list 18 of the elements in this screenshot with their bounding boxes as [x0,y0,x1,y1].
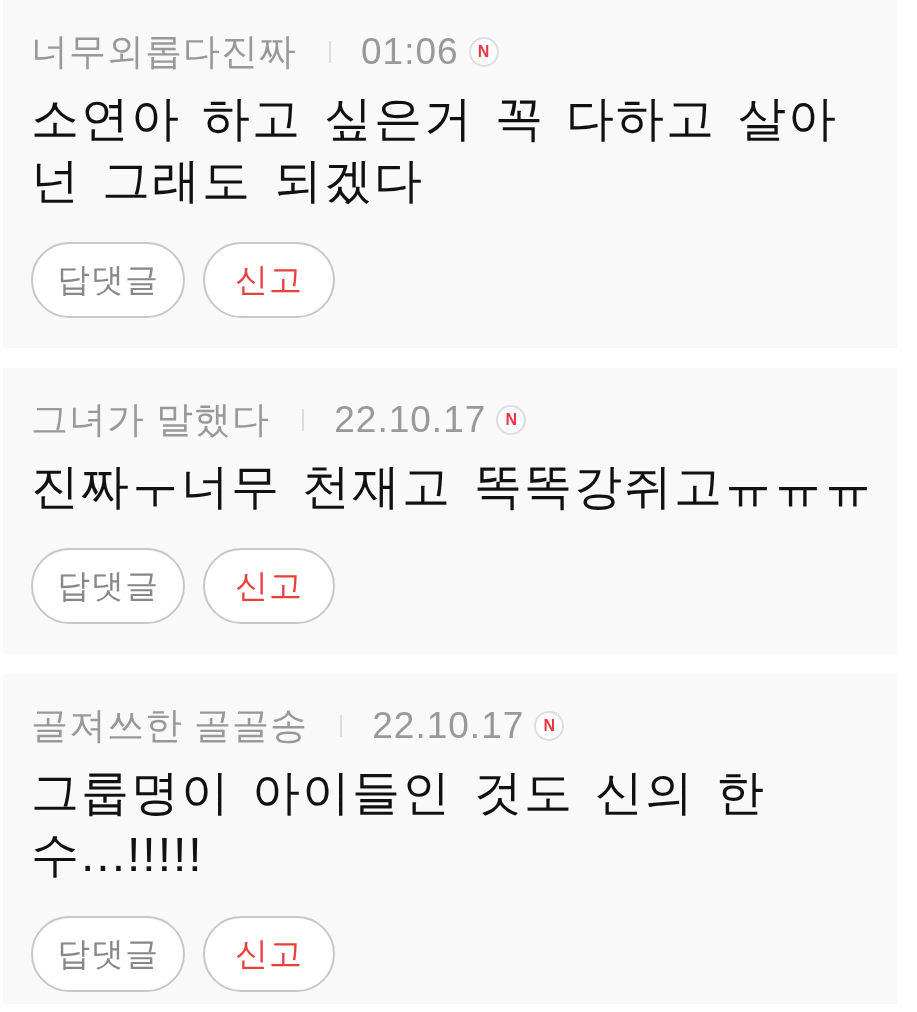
author-name: 골져쓰한 골골송 [31,704,309,748]
comment-text: 진짜ㅜ너무 천재고 똑똑강쥐고ㅠㅠㅠ [31,459,875,515]
comment-time: 01:06 [361,30,459,74]
comment-time: 22.10.17 [334,398,487,442]
report-button[interactable]: 신고 [203,548,335,624]
report-button[interactable]: 신고 [203,916,335,992]
comment-text: 소연아 하고 싶은거 꼭 다하고 살아 넌 그래도 되겠다 [31,91,839,209]
new-badge: N [534,711,565,741]
comment-text: 그룹명이 아이들인 것도 신의 한 수...!!!!! [31,765,768,883]
reply-button[interactable]: 답댓글 [31,242,185,318]
report-button[interactable]: 신고 [203,242,335,318]
reply-button[interactable]: 답댓글 [31,548,185,624]
reply-button[interactable]: 답댓글 [31,916,185,992]
comment-time: 22.10.17 [372,704,525,748]
author-name: 그녀가 말했다 [31,398,271,442]
new-badge: N [496,405,527,435]
author-name: 너무외롭다진짜 [31,30,297,74]
new-badge: N [468,37,499,67]
